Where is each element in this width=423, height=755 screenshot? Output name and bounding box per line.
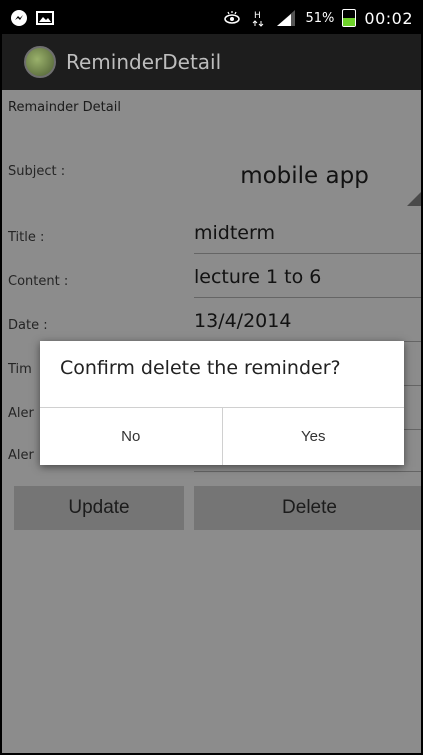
battery-percent: 51% bbox=[305, 10, 335, 26]
battery-fill bbox=[343, 17, 356, 26]
messenger-icon bbox=[11, 10, 27, 26]
signal-icon bbox=[277, 10, 296, 26]
action-bar: ReminderDetail bbox=[2, 34, 421, 90]
status-time: 00:02 bbox=[364, 8, 413, 28]
dialog-buttons: No Yes bbox=[40, 408, 404, 465]
status-left bbox=[10, 9, 54, 27]
no-button[interactable]: No bbox=[40, 408, 222, 465]
eye-icon bbox=[224, 11, 241, 24]
image-icon bbox=[36, 11, 54, 25]
status-right: H 51% 00:02 bbox=[223, 9, 413, 28]
yes-button[interactable]: Yes bbox=[222, 408, 404, 465]
app-logo-icon[interactable] bbox=[24, 46, 56, 78]
svg-text:H: H bbox=[254, 11, 261, 21]
phone-screen: H 51% 00:02 ReminderDetail Remainder Det… bbox=[0, 0, 423, 755]
status-bar: H 51% 00:02 bbox=[2, 2, 421, 34]
app-title: ReminderDetail bbox=[66, 50, 222, 74]
dialog-message: Confirm delete the reminder? bbox=[60, 357, 341, 379]
confirm-dialog: Confirm delete the reminder? No Yes bbox=[40, 341, 404, 465]
battery-icon bbox=[342, 9, 357, 27]
h-data-icon: H bbox=[253, 11, 264, 27]
